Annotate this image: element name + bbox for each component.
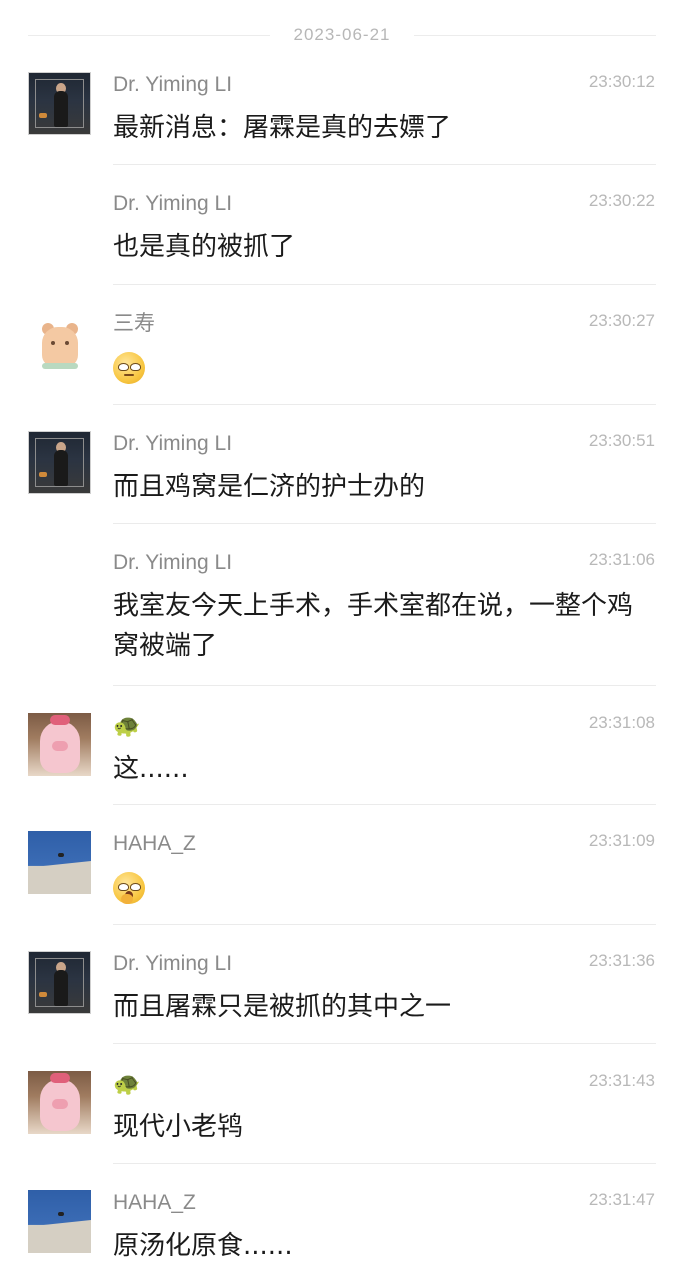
avatar[interactable] xyxy=(28,951,91,1014)
message-time: 23:30:51 xyxy=(588,431,655,450)
sender-name: 🐢 xyxy=(113,1071,141,1096)
message-time: 23:30:22 xyxy=(588,191,655,210)
message-text: 现代小老鸨 xyxy=(113,1112,244,1142)
message-divider xyxy=(113,1163,656,1164)
message-time: 23:30:12 xyxy=(588,72,655,91)
shocked-emoji-icon xyxy=(113,871,145,904)
divider-right xyxy=(414,34,656,36)
message-divider xyxy=(113,685,656,686)
message-divider xyxy=(113,164,656,165)
sender-name: Dr. Yiming LI xyxy=(113,73,233,96)
sender-name: 三寿 xyxy=(113,312,155,335)
sender-name: Dr. Yiming LI xyxy=(113,432,233,455)
avatar[interactable] xyxy=(28,831,91,894)
avatar[interactable] xyxy=(28,1071,91,1134)
rolling-eyes-emoji-icon xyxy=(113,351,145,384)
message-time: 23:30:27 xyxy=(588,311,655,330)
sender-name: 🐢 xyxy=(113,713,141,738)
message-divider xyxy=(113,804,656,805)
message-text xyxy=(113,867,643,907)
message-divider xyxy=(113,1043,656,1044)
avatar[interactable] xyxy=(28,1190,91,1253)
message-text: 最新消息：屠霖是真的去嫖了 xyxy=(113,113,452,143)
message-text: 也是真的被抓了 xyxy=(113,232,296,262)
avatar[interactable] xyxy=(28,72,91,135)
message-time: 23:31:47 xyxy=(588,1190,655,1209)
message-text: 我室友今天上手术，手术室都在说，一整个鸡窝被端了 xyxy=(113,591,634,661)
message-divider xyxy=(113,284,656,285)
message-time: 23:31:08 xyxy=(588,713,655,732)
avatar[interactable] xyxy=(28,315,91,378)
date-label: 2023-06-21 xyxy=(293,25,391,44)
date-separator: 2023-06-21 xyxy=(28,22,656,48)
sender-name: HAHA_Z xyxy=(113,832,196,855)
sender-name: HAHA_Z xyxy=(113,1191,196,1214)
message-divider xyxy=(113,523,656,524)
message-time: 23:31:06 xyxy=(588,550,655,569)
message-divider xyxy=(113,924,656,925)
message-time: 23:31:43 xyxy=(588,1071,655,1090)
divider-left xyxy=(28,34,270,36)
message-text: 原汤化原食...... xyxy=(113,1231,293,1261)
message-text: 这...... xyxy=(113,754,189,784)
sender-name: Dr. Yiming LI xyxy=(113,192,233,215)
message-time: 23:31:09 xyxy=(588,831,655,850)
avatar[interactable] xyxy=(28,431,91,494)
sender-name: Dr. Yiming LI xyxy=(113,551,233,574)
message-text: 而且鸡窝是仁济的护士办的 xyxy=(113,472,426,502)
message-divider xyxy=(113,404,656,405)
avatar[interactable] xyxy=(28,713,91,776)
sender-name: Dr. Yiming LI xyxy=(113,952,233,975)
message-text: 而且屠霖只是被抓的其中之一 xyxy=(113,992,452,1022)
message-time: 23:31:36 xyxy=(588,951,655,970)
message-text xyxy=(113,347,643,387)
